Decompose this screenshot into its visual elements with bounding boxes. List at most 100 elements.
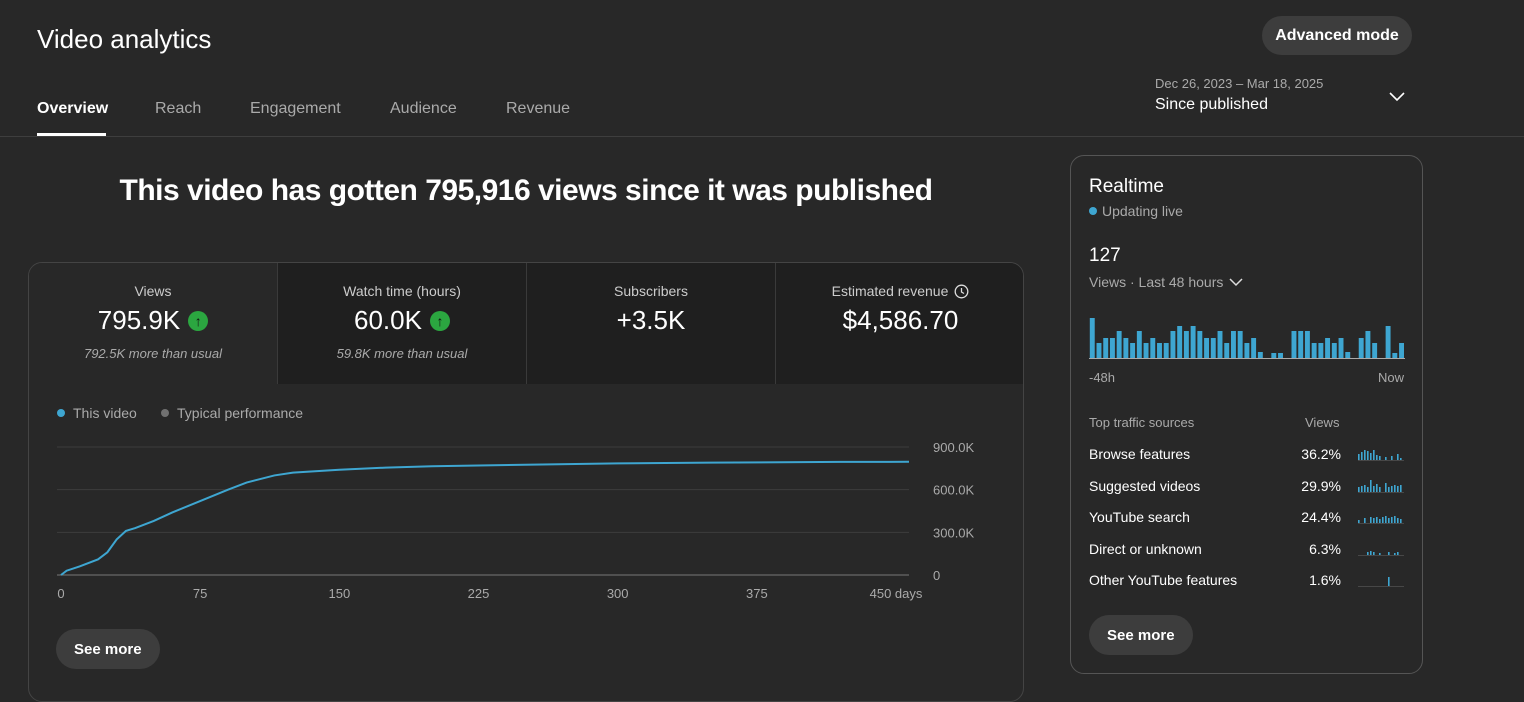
realtime-bar: [1190, 326, 1196, 358]
y-tick-label: 0: [933, 568, 940, 583]
realtime-title: Realtime: [1089, 176, 1164, 197]
sparkline-bar: [1397, 551, 1399, 555]
sparkline-bar: [1397, 518, 1399, 523]
realtime-bar: [1183, 331, 1189, 358]
realtime-bar: [1237, 331, 1243, 358]
traffic-source-sparkline: [1358, 516, 1404, 524]
metric-label: Views: [134, 283, 172, 299]
traffic-source-name: Other YouTube features: [1089, 572, 1238, 588]
realtime-bar: [1130, 343, 1136, 358]
sparkline-bar: [1388, 577, 1390, 586]
x-tick-label: 0: [57, 586, 64, 601]
sparkline-bar: [1394, 484, 1396, 492]
sparkline-bar: [1397, 454, 1399, 460]
sparkline-bar: [1391, 517, 1393, 523]
realtime-bar: [1271, 353, 1277, 358]
metric-label: Subscribers: [614, 283, 688, 299]
traffic-source-sparkline: [1358, 479, 1404, 493]
sparkline-bar: [1382, 517, 1384, 523]
sparkline-bar: [1370, 453, 1372, 460]
metric-sub: 59.8K more than usual: [336, 346, 468, 361]
realtime-bar: [1251, 338, 1257, 358]
metric-sub: 792.5K more than usual: [83, 346, 223, 361]
metric-value: 795.9K: [97, 305, 181, 335]
sparkline-bar: [1394, 552, 1396, 555]
traffic-source-name: Direct or unknown: [1089, 540, 1202, 557]
realtime-bar: [1345, 352, 1351, 358]
traffic-source-name: Suggested videos: [1089, 477, 1201, 494]
sparkline-bar: [1376, 483, 1378, 492]
sparkline-bar: [1373, 518, 1375, 523]
realtime-bar: [1291, 331, 1297, 358]
realtime-bar: [1257, 352, 1263, 358]
date-range[interactable]: Dec 26, 2023 – Mar 18, 2025: [1155, 76, 1323, 91]
sparkline-bar: [1367, 451, 1369, 460]
arrow-up-icon: ↑: [188, 310, 209, 331]
sparkline-bar: [1364, 450, 1366, 460]
realtime-bar: [1331, 343, 1337, 358]
legend-this-video: This video: [57, 405, 137, 421]
x-tick-label: 225: [468, 586, 490, 601]
sparkline-bar: [1358, 486, 1360, 492]
end-label: Now: [1377, 370, 1404, 385]
realtime-bar: [1230, 331, 1236, 358]
sparkline-bar: [1388, 486, 1390, 492]
sparkline-bar: [1379, 519, 1381, 523]
sparkline-bar: [1385, 516, 1387, 523]
legend-typical: Typical performance: [161, 405, 303, 421]
realtime-metric-selector[interactable]: Views · Last 48 hours: [1089, 274, 1243, 290]
divider: [0, 136, 1524, 137]
traffic-source-name: Browse features: [1089, 446, 1191, 462]
x-tick-label: 75: [193, 586, 207, 601]
realtime-bar: [1163, 343, 1169, 358]
metric-revenue[interactable]: Estimated revenue $4,586.70: [776, 263, 1023, 384]
sparkline-bar: [1364, 518, 1366, 523]
metric-watch-time[interactable]: Watch time (hours) 60.0K ↑ 59.8K more tha…: [278, 263, 527, 384]
advanced-mode-button[interactable]: Advanced mode: [1262, 16, 1412, 55]
traffic-source-name: YouTube search: [1089, 509, 1190, 525]
x-tick-label: 450 days: [870, 586, 923, 601]
sparkline-bar: [1358, 454, 1360, 460]
sparkline-bar: [1400, 458, 1402, 460]
metric-value: 60.0K: [354, 305, 422, 335]
period-selector[interactable]: Since published: [1155, 96, 1268, 114]
sparkline-bar: [1391, 485, 1393, 492]
sparkline-bar: [1400, 519, 1402, 523]
sparkline-bar: [1373, 485, 1375, 492]
start-label: -48h: [1089, 370, 1116, 385]
sparkline-bar: [1379, 456, 1381, 460]
realtime-bar: [1150, 338, 1156, 358]
realtime-bar: [1358, 338, 1364, 358]
sparkline-bar: [1379, 552, 1381, 555]
tab-engagement[interactable]: Engagement: [250, 100, 341, 118]
x-tick-label: 375: [746, 586, 768, 601]
realtime-bar: [1304, 331, 1310, 358]
metric-subscribers[interactable]: Subscribers +3.5K: [527, 263, 776, 384]
metric-views[interactable]: Views 795.9K ↑ 792.5K more than usual: [29, 263, 278, 384]
views-line-chart: 0 300.0K 600.0K 900.0K 0 75 150 225 300 375 450 da…: [57, 440, 975, 601]
live-status: Updating live: [1089, 203, 1183, 219]
traffic-source-pct: 1.6%: [1309, 572, 1341, 588]
realtime-bar: [1298, 331, 1304, 358]
realtime-bar: [1392, 353, 1398, 358]
sparkline-bar: [1361, 485, 1363, 492]
tab-reach[interactable]: Reach: [155, 100, 201, 118]
y-tick-label: 600.0K: [933, 483, 975, 498]
tab-revenue[interactable]: Revenue: [506, 100, 570, 118]
realtime-bar: [1385, 326, 1391, 358]
realtime-bar: [1325, 338, 1331, 358]
clock-icon[interactable]: [954, 284, 969, 299]
tab-overview[interactable]: Overview: [37, 100, 108, 118]
tab-audience[interactable]: Audience: [390, 100, 457, 118]
realtime-bar: [1210, 338, 1216, 358]
realtime-see-more-button[interactable]: See more: [1089, 615, 1193, 655]
sparkline-bar: [1400, 484, 1402, 492]
sparkline-bar: [1388, 551, 1390, 555]
chevron-down-icon[interactable]: [1388, 88, 1406, 106]
sparkline-bar: [1370, 550, 1372, 555]
realtime-bar: [1224, 343, 1230, 358]
see-more-button[interactable]: See more: [56, 629, 160, 669]
sparkline-bar: [1361, 452, 1363, 460]
realtime-bar: [1217, 331, 1223, 358]
realtime-bar: [1278, 353, 1283, 358]
